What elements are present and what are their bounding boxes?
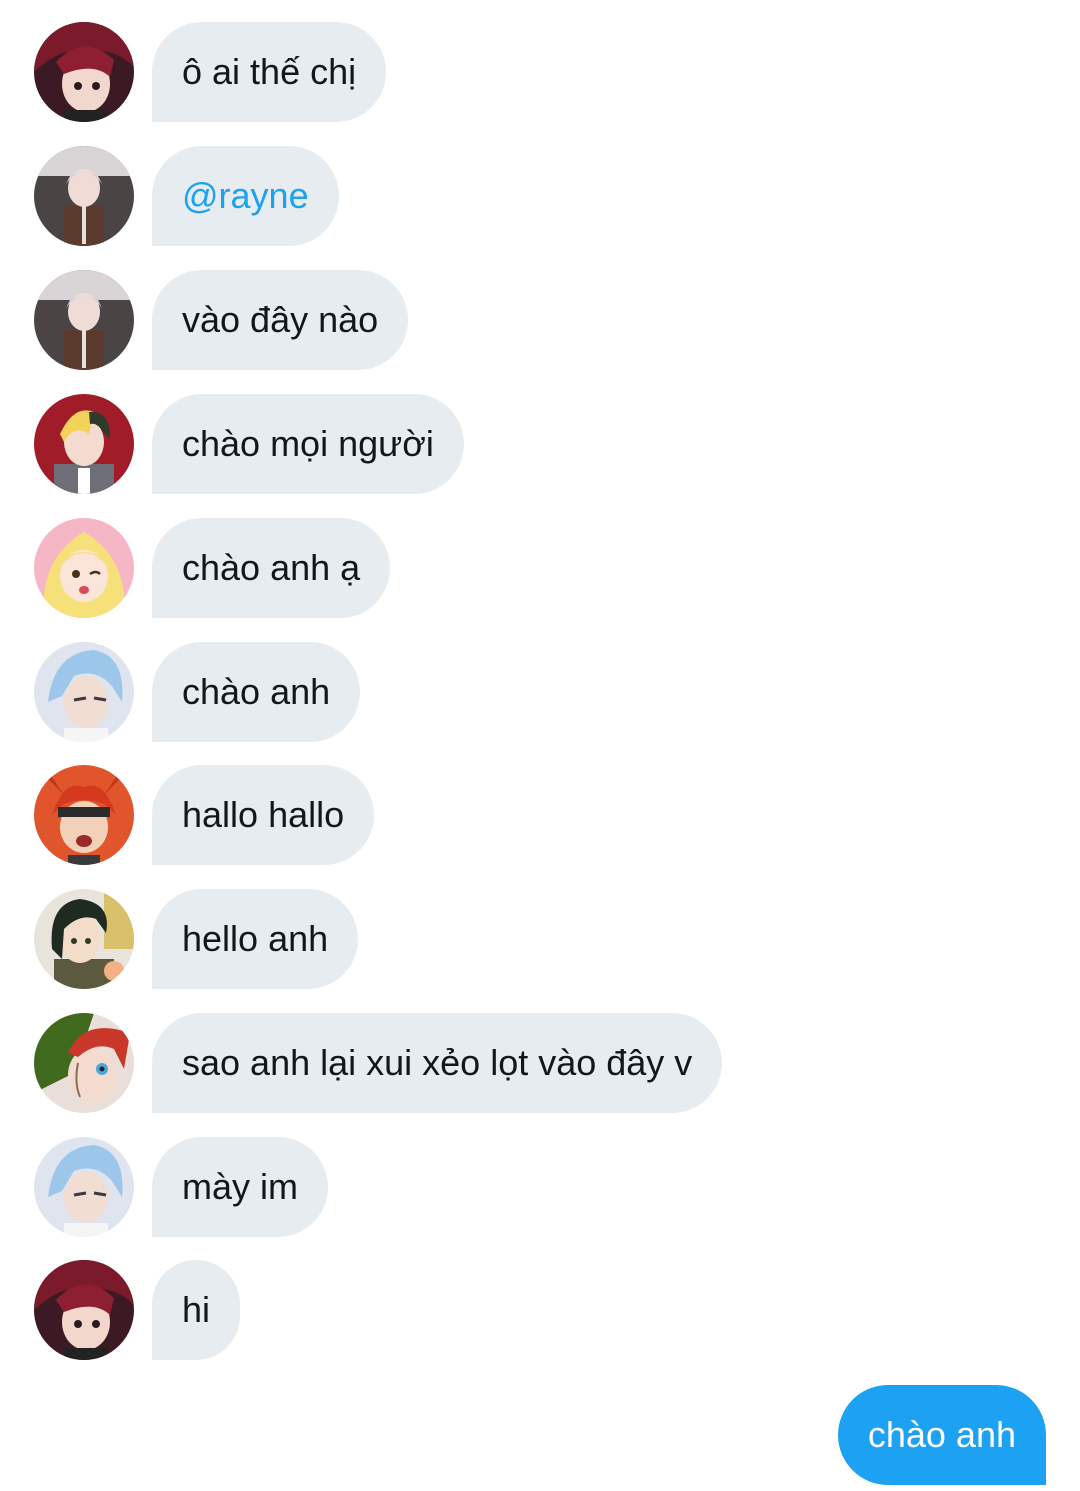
message-row: chào anh ạ <box>0 518 1080 618</box>
avatar-blue-hair-icon[interactable] <box>34 642 134 742</box>
message-thread: ô ai thế chị @rayne vào đây nào chào mọi… <box>0 0 1080 1491</box>
message-bubble[interactable]: chào anh <box>152 642 361 742</box>
message-row-sent: chào anh <box>0 1385 1080 1485</box>
message-row: ô ai thế chị <box>0 22 1080 122</box>
message-bubble[interactable]: ô ai thế chị <box>152 22 387 122</box>
message-bubble[interactable]: vào đây nào <box>152 270 409 370</box>
avatar-red-green-hair-icon[interactable] <box>34 1013 134 1113</box>
avatar-silver-hair-icon[interactable] <box>34 146 134 246</box>
message-row: sao anh lại xui xẻo lọt vào đây v <box>0 1013 1080 1113</box>
message-row: chào anh <box>0 642 1080 742</box>
avatar-dark-hair-icon[interactable] <box>34 889 134 989</box>
avatar-blonde-girl-icon[interactable] <box>34 518 134 618</box>
message-bubble[interactable]: chào mọi người <box>152 394 464 494</box>
avatar-blonde-green-hair-icon[interactable] <box>34 394 134 494</box>
message-bubble[interactable]: sao anh lại xui xẻo lọt vào đây v <box>152 1013 723 1113</box>
avatar-red-hair-icon[interactable] <box>34 22 134 122</box>
message-bubble[interactable]: hi <box>152 1260 241 1360</box>
avatar-orange-hair-headband-icon[interactable] <box>34 765 134 865</box>
message-row: vào đây nào <box>0 270 1080 370</box>
message-row: mày im <box>0 1137 1080 1237</box>
avatar-blue-hair-icon[interactable] <box>34 1137 134 1237</box>
message-row: hallo hallo <box>0 765 1080 865</box>
message-row: hello anh <box>0 889 1080 989</box>
message-bubble[interactable]: hello anh <box>152 889 359 989</box>
avatar-silver-hair-icon[interactable] <box>34 270 134 370</box>
message-row: @rayne <box>0 146 1080 246</box>
message-bubble[interactable]: chào anh ạ <box>152 518 391 618</box>
message-row: chào mọi người <box>0 394 1080 494</box>
message-row: hi <box>0 1260 1080 1360</box>
avatar-red-hair-icon[interactable] <box>34 1260 134 1360</box>
message-bubble-sent[interactable]: chào anh <box>837 1385 1046 1485</box>
message-bubble-mention[interactable]: @rayne <box>152 146 339 246</box>
message-bubble[interactable]: hallo hallo <box>152 765 375 865</box>
message-bubble[interactable]: mày im <box>152 1137 328 1237</box>
